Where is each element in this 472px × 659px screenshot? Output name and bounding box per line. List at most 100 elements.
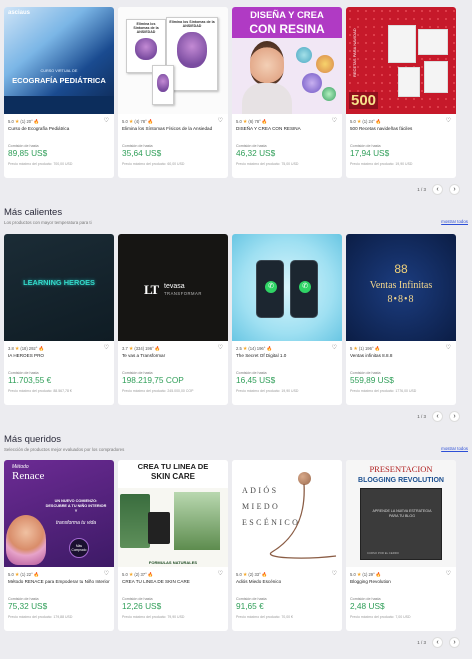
brand-logo: asciaus [8,10,31,16]
favorite-heart-icon[interactable]: ♡ [218,570,223,577]
product-card[interactable]: CREA TU LINEA DE SKIN CARE FORMULAS NATU… [118,460,228,631]
star-icon: ★ [242,118,248,125]
fire-icon: 🔥 [154,345,161,351]
prev-page-button[interactable]: ‹ [432,183,443,195]
product-card[interactable]: Elimina los Síntomas de la ANSIEDAD Elim… [118,7,228,178]
product-title[interactable]: Adiós Miedo Escénico [236,579,338,592]
commission-price: 2,48 US$ [350,601,385,611]
product-card[interactable]: Método Renace UN NUEVO COMIENZO: DESCUBR… [4,460,114,631]
favorite-heart-icon[interactable]: ♡ [446,117,451,124]
brain-illustration [134,38,158,60]
product-image[interactable]: DISEÑA Y CREA CON RESINA [232,7,342,114]
max-price-note: Precio máximo del producto: 1776,00 USD [350,389,417,393]
product-title[interactable]: IA HEROES PRO [8,353,110,366]
commission-price: 11.703,55 € [8,375,52,385]
product-title[interactable]: DISEÑA Y CREA CON RESINA [236,126,338,139]
fire-icon: 🔥 [33,118,40,124]
max-price-note: Precio máximo del producto: 60,00 USD [122,162,185,166]
review-count: (1) [362,572,368,577]
product-image[interactable]: ✆ ✆ [232,234,342,341]
product-title[interactable]: Elimina los Síntomas Físicos de la Ansie… [122,126,224,139]
review-count: (4) [134,119,140,124]
favorite-heart-icon[interactable]: ♡ [104,117,109,124]
show-all-link[interactable]: mostrar todos [441,446,468,451]
product-card[interactable]: RECETAS PARA NAVIDAD 500 5.0 ★ (1) 24° 🔥… [346,7,456,178]
product-title[interactable]: Ventas infinitas 8.8.8 [350,353,452,366]
star-icon: ★ [128,571,134,578]
image-footer: FORMULAS NATURALES [148,560,198,565]
product-card[interactable]: ✆ ✆ 2.5 ★ (14) 196° 🔥 ♡ The Secret Of Di… [232,234,342,405]
next-page-button[interactable]: › [449,410,460,422]
product-image[interactable]: Método Renace UN NUEVO COMIENZO: DESCUBR… [4,460,114,567]
product-title[interactable]: Curso de Ecografía Pediátrica [8,126,110,139]
rating-row: 5.0 ★ (1) 20° 🔥 [8,118,110,125]
product-image[interactable]: RECETAS PARA NAVIDAD 500 [346,7,456,114]
brand-mark: LT [144,282,159,297]
favorite-heart-icon[interactable]: ♡ [104,570,109,577]
product-image[interactable]: 88 Ventas Infinitas 8•8•8 [346,234,456,341]
review-count: (1) [20,119,26,124]
show-all-link[interactable]: mostrar todos [441,219,468,224]
brand-word: TRANSFORMAR [164,291,202,296]
product-title[interactable]: Te vas a Transformar [122,353,224,366]
tablet-mockup [148,512,170,544]
max-price-note: Precio máximo del producto: 88.567,78 € [8,389,72,393]
favorite-heart-icon[interactable]: ♡ [332,570,337,577]
brain-illustration [177,32,207,68]
favorite-heart-icon[interactable]: ♡ [446,570,451,577]
resin-piece [316,55,334,73]
max-price-note: Precio máximo del producto: 179,88 USD [8,615,73,619]
product-card[interactable]: LEARNING HEROES 3.8 ★ (18) 292° 🔥 ♡ IA H… [4,234,114,405]
product-title[interactable]: Método RENACE para Empoderar tu Niño Int… [8,579,110,592]
review-count: (334) [134,346,145,351]
product-image[interactable]: ADIÓS MIEDO ESCÉNICO [232,460,342,567]
commission-price: 46,32 US$ [236,148,276,158]
rating-value: 5.0 [236,119,242,124]
product-photo [174,492,220,550]
favorite-heart-icon[interactable]: ♡ [218,344,223,351]
product-image[interactable]: CREA TU LINEA DE SKIN CARE FORMULAS NATU… [118,460,228,567]
product-card[interactable]: asciaus CURSO VIRTUAL DE ECOGRAFÍA PEDIÁ… [4,7,114,178]
image-title: 8•8•8 [387,294,415,305]
prev-page-button[interactable]: ‹ [432,410,443,422]
product-image[interactable]: asciaus CURSO VIRTUAL DE ECOGRAFÍA PEDIÁ… [4,7,114,114]
child-photo [6,515,46,565]
next-page-button[interactable]: › [449,636,460,648]
rating-row: 5.0 ★ (1) 22° 🔥 [8,571,110,578]
woman-photo [120,494,150,548]
product-title[interactable]: 500 Recetas navideñas fáciles [350,126,452,139]
product-title[interactable]: CREA TU LINEA DE SKIN CARE [122,579,224,592]
max-price-note: Precio máximo del producto: 19,90 USD [236,389,299,393]
product-image[interactable]: LEARNING HEROES [4,234,114,341]
rating-value: 5.0 [122,119,128,124]
product-card[interactable]: 88 Ventas Infinitas 8•8•8 5 ★ (1) 196° 🔥… [346,234,456,405]
temperature: 29° [368,572,375,577]
image-title: CREA TU LINEA DE [137,462,209,471]
product-image[interactable]: LT tevasa TRANSFORMAR [118,234,228,341]
temperature: 37° [140,572,147,577]
favorite-heart-icon[interactable]: ♡ [104,344,109,351]
product-title[interactable]: Blogging Revolution [350,579,452,592]
star-icon: ★ [356,118,362,125]
product-image[interactable]: Elimina los Síntomas de la ANSIEDAD Elim… [118,7,228,114]
favorite-heart-icon[interactable]: ♡ [446,344,451,351]
prev-page-button[interactable]: ‹ [432,636,443,648]
product-image[interactable]: PRESENTACION BLOGGING REVOLUTION APRENDE… [346,460,456,567]
fire-icon: 🔥 [147,118,154,124]
fire-icon: 🔥 [261,118,268,124]
next-page-button[interactable]: › [449,183,460,195]
favorite-heart-icon[interactable]: ♡ [218,117,223,124]
temperature: 78° [254,119,261,124]
favorite-heart-icon[interactable]: ♡ [332,117,337,124]
favorite-heart-icon[interactable]: ♡ [332,344,337,351]
product-title[interactable]: The Secret Of Digital 1.0 [236,353,338,366]
product-card[interactable]: DISEÑA Y CREA CON RESINA 5.0 ★ (6) 78° 🔥 [232,7,342,178]
product-card[interactable]: PRESENTACION BLOGGING REVOLUTION APRENDE… [346,460,456,631]
rating-row: 5.0 ★ (1) 24° 🔥 [350,118,452,125]
page-indicator: 1 / 3 [417,413,426,419]
resin-piece [296,47,312,63]
product-card[interactable]: ADIÓS MIEDO ESCÉNICO 5.0 ★ (2) 33° 🔥 ♡ A… [232,460,342,631]
page-indicator: 1 / 3 [417,639,426,645]
image-title: ECOGRAFÍA PEDIÁTRICA [12,76,106,85]
product-card[interactable]: LT tevasa TRANSFORMAR 3.7 ★ (334) 196° 🔥… [118,234,228,405]
